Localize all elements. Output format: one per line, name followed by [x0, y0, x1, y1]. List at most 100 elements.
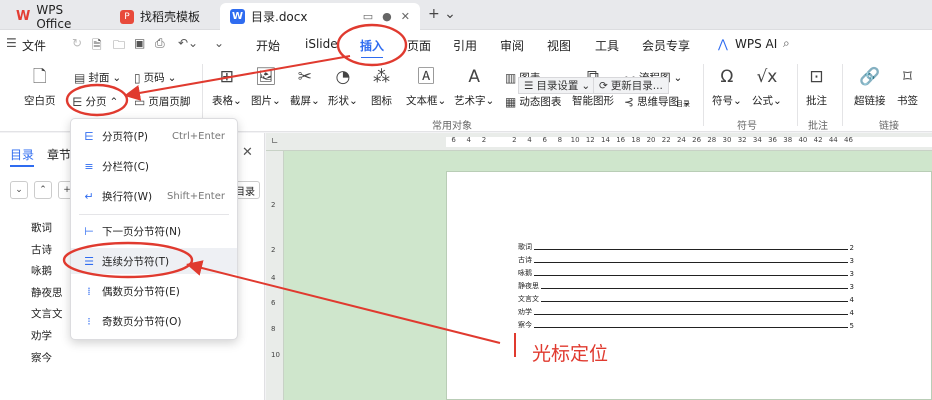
toc-entry[interactable]: 咏鹅 3: [518, 267, 854, 278]
tab-wps-office[interactable]: W WPS Office: [6, 3, 108, 31]
hamburger-menu-icon[interactable]: ☰: [6, 36, 17, 50]
comment-label: 批注: [806, 95, 827, 107]
icon-library-icon: ⁂: [373, 67, 390, 87]
table-button[interactable]: ⊞ 表格⌄: [212, 66, 242, 108]
menu-file[interactable]: 文件: [22, 37, 46, 54]
symbol-button[interactable]: Ω 符号⌄: [712, 66, 742, 108]
menu-reference[interactable]: 引用: [453, 37, 477, 54]
page-break-label: 分页: [85, 96, 107, 108]
new-doc-icon[interactable]: 🗎: [92, 36, 102, 57]
vertical-ruler[interactable]: 2 2 4 6 8 10: [266, 151, 284, 400]
menu-item-line-break[interactable]: ↵ 换行符(W) Shift+Enter: [71, 183, 237, 209]
toc-nav-list: 歌词 古诗 咏鹅 静夜思 文言文 劝学 察今: [31, 220, 63, 371]
toc-entry[interactable]: 歌词 2: [518, 241, 854, 252]
dynamic-chart-icon: ▦: [505, 94, 517, 109]
expand-chevron-icon[interactable]: ⌃: [34, 181, 52, 199]
print-preview-icon[interactable]: ⎙: [155, 36, 165, 51]
menu-member[interactable]: 会员专享: [642, 37, 690, 54]
menu-item-column-break[interactable]: ≡ 分栏符(C): [71, 153, 237, 179]
toc-settings-chevron-icon: ⌄: [581, 79, 591, 92]
page-number-label: 页码: [143, 72, 165, 84]
tab-chapter[interactable]: 章节: [47, 146, 71, 163]
wps-ai-logo-icon[interactable]: ⋀: [718, 37, 728, 51]
dynamic-chart-button[interactable]: ▦ 动态图表: [505, 94, 561, 109]
group-comment-label: 批注: [808, 121, 828, 132]
menu-item-page-break[interactable]: ⋿ 分页符(P) Ctrl+Enter: [71, 123, 237, 149]
open-folder-icon[interactable]: 🗀: [113, 36, 125, 57]
icon-label: 图标: [371, 95, 392, 107]
nav-item[interactable]: 文言文: [31, 306, 63, 328]
toc-entry[interactable]: 静夜思 3: [518, 280, 854, 291]
menu-item-label: 换行符(W): [102, 190, 153, 203]
menu-item-even-page-section[interactable]: ⁞ 偶数页分节符(E): [71, 278, 237, 304]
menu-islide[interactable]: iSlide: [305, 37, 338, 51]
menu-wps-ai[interactable]: WPS AI: [735, 37, 777, 51]
page-number-button[interactable]: ▯ 页码 ⌄: [134, 70, 176, 85]
menu-item-next-page-section[interactable]: ⊢ 下一页分节符(N): [71, 218, 237, 244]
tab-toc[interactable]: 目录: [10, 146, 35, 167]
symbol-label: 符号⌄: [712, 95, 742, 107]
nav-item[interactable]: 静夜思: [31, 285, 63, 307]
horizontal-ruler[interactable]: ∟ 6 4 2 2 4 6 8 10 12 14 16 18 20 22 24 26 28 30 32 34 36 38 4…: [266, 133, 932, 151]
tab-document[interactable]: W 目录.docx ▭ ● ✕: [220, 3, 420, 30]
cover-button[interactable]: ▤ 封面 ⌄: [74, 70, 121, 85]
image-button[interactable]: 🖼 图片⌄: [251, 66, 281, 108]
shape-button[interactable]: ◔ 形状⌄: [328, 66, 358, 108]
page-break-chevron-icon: ⌃: [109, 95, 119, 108]
blank-page-button[interactable]: 🗋 空白页: [24, 66, 56, 108]
nav-item[interactable]: 歌词: [31, 220, 63, 242]
menu-item-label: 分页符(P): [102, 130, 149, 143]
nav-item[interactable]: 察今: [31, 350, 63, 372]
toc-entry[interactable]: 劝学 4: [518, 306, 854, 317]
new-tab-plus-icon[interactable]: + ⌄: [428, 6, 456, 22]
menu-insert[interactable]: 插入: [360, 37, 384, 59]
tab-template[interactable]: P 找稻壳模板: [110, 3, 218, 30]
menu-home[interactable]: 开始: [256, 37, 280, 54]
redo-icon[interactable]: ↻: [72, 36, 82, 50]
toc-settings-label: 目录设置: [536, 80, 579, 92]
group-symbol-label: 符号: [737, 121, 757, 132]
header-footer-button[interactable]: ▭ 页眉页脚: [134, 94, 190, 109]
page-break-button[interactable]: ⋿ 分页 ⌃: [72, 94, 118, 109]
toc-entry[interactable]: 文言文 4: [518, 293, 854, 304]
icon-button[interactable]: ⁂ 图标: [371, 66, 392, 108]
menu-review[interactable]: 审阅: [500, 37, 524, 54]
menu-item-continuous-section[interactable]: ☰ 连续分节符(T): [71, 248, 237, 274]
menu-item-label: 下一页分节符(N): [102, 225, 182, 238]
close-tab-icon[interactable]: ✕: [401, 10, 410, 23]
undo-icon[interactable]: ↶⌄: [178, 36, 198, 50]
flowchart-chevron-icon: ⌄: [673, 71, 683, 84]
toc-settings-button[interactable]: ☰ 目录设置 ⌄: [518, 77, 597, 94]
screenshot-button[interactable]: ✂ 截屏⌄: [290, 66, 320, 108]
toc-update-button[interactable]: ⟳ 更新目录...: [593, 77, 669, 94]
comment-button[interactable]: ⊡ 批注: [806, 66, 827, 108]
title-tab-bar: W WPS Office P 找稻壳模板 W 目录.docx ▭ ● ✕ + ⌄: [0, 0, 932, 31]
toc-entry[interactable]: 古诗 3: [518, 254, 854, 265]
menu-view[interactable]: 视图: [547, 37, 571, 54]
nav-item[interactable]: 古诗: [31, 242, 63, 264]
formula-button[interactable]: √x 公式⌄: [752, 66, 782, 108]
toc-entry[interactable]: 察今 5: [518, 319, 854, 330]
ribbon-divider: [797, 64, 798, 126]
save-icon[interactable]: ▣: [134, 36, 145, 50]
hyperlink-button[interactable]: 🔗 超链接: [854, 66, 886, 108]
shape-icon: ◔: [335, 67, 351, 87]
blank-page-label: 空白页: [24, 95, 56, 107]
bookmark-button[interactable]: ⌑ 书签: [897, 66, 918, 108]
even-page-section-icon: ⁞: [87, 284, 91, 298]
monitor-icon[interactable]: ▭: [363, 10, 373, 23]
menu-page[interactable]: 页面: [407, 37, 431, 54]
menu-item-odd-page-section[interactable]: ⁝ 奇数页分节符(O): [71, 308, 237, 334]
nav-item[interactable]: 劝学: [31, 328, 63, 350]
hyperlink-label: 超链接: [854, 95, 886, 107]
page-number-icon: ▯: [134, 70, 141, 85]
textbox-button[interactable]: 🄰 文本框⌄: [406, 66, 446, 108]
nav-item[interactable]: 咏鹅: [31, 263, 63, 285]
collapse-chevron-icon[interactable]: ⌄: [10, 181, 28, 199]
wordart-button[interactable]: A 艺术字⌄: [454, 66, 494, 108]
more-chevron-icon[interactable]: ⌄: [214, 36, 224, 50]
menu-tools[interactable]: 工具: [595, 37, 619, 54]
search-icon[interactable]: ⌕: [783, 36, 790, 51]
toc-heading: 目录: [676, 100, 690, 108]
close-pane-icon[interactable]: ✕: [242, 145, 253, 160]
